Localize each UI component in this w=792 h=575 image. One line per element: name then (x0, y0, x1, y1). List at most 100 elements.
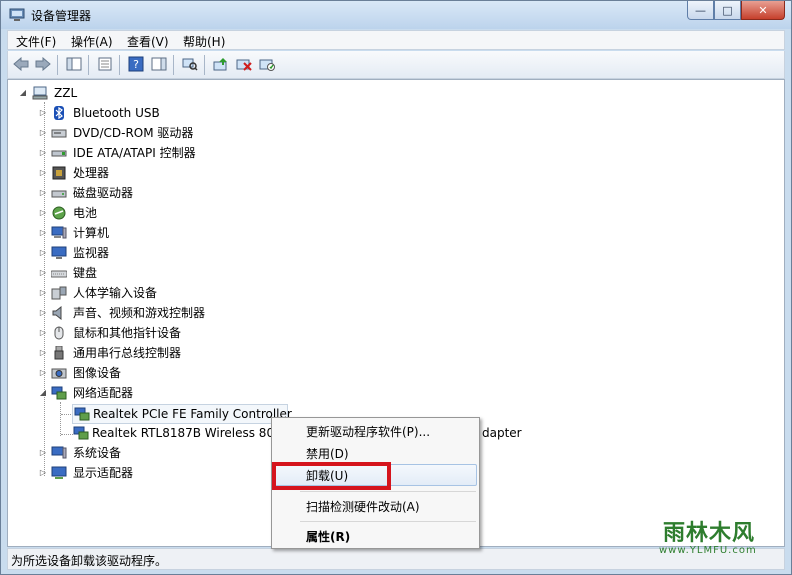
network-adapter-icon (74, 407, 90, 421)
hid-icon (51, 286, 67, 300)
tree-item-label: 磁盘驱动器 (73, 186, 134, 200)
device-manager-icon (9, 8, 25, 21)
highlight-annotation-box (272, 462, 391, 490)
tree-item-label: 显示适配器 (73, 466, 134, 480)
menu-separator (300, 521, 476, 522)
expand-arrow-icon[interactable]: ▷ (38, 184, 48, 202)
expand-arrow-icon[interactable]: ▷ (38, 364, 48, 382)
speaker-icon (52, 306, 62, 320)
usb-icon (54, 346, 64, 360)
expand-arrow-icon[interactable]: ▷ (38, 444, 48, 462)
collapse-arrow-icon[interactable]: ◢ (18, 84, 28, 102)
action-pane-icon[interactable] (150, 55, 168, 73)
dvd-drive-icon (51, 129, 67, 138)
menu-action[interactable]: 操作(A) (71, 33, 113, 50)
display-adapter-icon (51, 466, 67, 479)
tree-item-label: 通用串行总线控制器 (73, 346, 182, 360)
window-title: 设备管理器 (31, 9, 92, 23)
bluetooth-icon (54, 106, 64, 120)
forward-arrow-icon[interactable] (34, 55, 52, 73)
expand-arrow-icon[interactable]: ▷ (38, 304, 48, 322)
properties-sheet-icon[interactable] (96, 55, 114, 73)
ide-controller-icon (51, 150, 67, 157)
tree-item-label: 电池 (73, 206, 98, 220)
system-device-icon (51, 446, 67, 459)
computer-icon (51, 226, 67, 239)
tree-item-label: 人体学输入设备 (73, 286, 158, 300)
toolbar-separator (173, 55, 174, 75)
expand-arrow-icon[interactable]: ▷ (38, 284, 48, 302)
toolbar: ? (7, 51, 785, 79)
network-adapter-icon (51, 386, 67, 400)
close-button[interactable]: ✕ (741, 1, 785, 20)
menu-item-scan[interactable]: 扫描检测硬件改动(A) (306, 498, 420, 515)
disable-device-icon[interactable] (258, 55, 276, 73)
scan-hardware-icon[interactable] (181, 55, 199, 73)
expand-arrow-icon[interactable]: ▷ (38, 124, 48, 142)
disk-drive-icon (51, 190, 67, 198)
caption-buttons: — □ ✕ (687, 1, 785, 21)
menu-item-properties[interactable]: 属性(R) (306, 528, 350, 545)
maximize-button[interactable]: □ (714, 1, 741, 20)
tree-item-label: IDE ATA/ATAPI 控制器 (73, 146, 196, 160)
monitor-icon (51, 246, 67, 259)
tree-item-label: Bluetooth USB (73, 106, 160, 120)
expand-arrow-icon[interactable]: ▷ (38, 264, 48, 282)
watermark-logo: 雨林木风 www.YLMFU.com (655, 507, 785, 567)
help-icon[interactable]: ? (127, 55, 145, 73)
minimize-button[interactable]: — (687, 1, 714, 20)
tree-item-label: 处理器 (73, 166, 110, 180)
expand-arrow-icon[interactable]: ▷ (38, 224, 48, 242)
expand-arrow-icon[interactable]: ▷ (38, 324, 48, 342)
tree-item-label: 鼠标和其他指针设备 (73, 326, 182, 340)
tree-item-label: 图像设备 (73, 366, 122, 380)
tree-item-label: DVD/CD-ROM 驱动器 (73, 126, 194, 140)
toolbar-separator (119, 55, 120, 75)
toolbar-separator (88, 55, 89, 75)
menu-file[interactable]: 文件(F) (16, 33, 56, 50)
computer-icon (32, 86, 48, 100)
expand-arrow-icon[interactable]: ▷ (38, 144, 48, 162)
menu-separator (300, 491, 476, 492)
tree-line (61, 434, 73, 435)
expand-arrow-icon[interactable]: ▷ (38, 164, 48, 182)
expand-arrow-icon[interactable]: ▷ (38, 104, 48, 122)
title-bar[interactable]: 设备管理器 — □ ✕ (1, 1, 791, 29)
watermark-url: www.YLMFU.com (659, 545, 757, 556)
menu-item-disable[interactable]: 禁用(D) (306, 445, 349, 462)
expand-arrow-icon[interactable]: ▷ (38, 344, 48, 362)
uninstall-device-icon[interactable] (235, 55, 253, 73)
status-text: 为所选设备卸载该驱动程序。 (11, 554, 168, 568)
svg-text:?: ? (133, 58, 139, 71)
expand-arrow-icon[interactable]: ▷ (38, 244, 48, 262)
tree-item-label-tail: dapter (482, 426, 522, 440)
tree-root-label: ZZL (54, 86, 78, 100)
menu-help[interactable]: 帮助(H) (183, 33, 225, 50)
menu-item-update-driver[interactable]: 更新驱动程序软件(P)... (306, 423, 430, 440)
tree-item-label: 系统设备 (73, 446, 122, 460)
collapse-arrow-icon[interactable]: ◢ (38, 384, 48, 402)
menu-bar: 文件(F) 操作(A) 查看(V) 帮助(H) (7, 30, 785, 50)
network-adapter-icon (73, 426, 89, 440)
show-hide-console-tree-icon[interactable] (65, 55, 83, 73)
expand-arrow-icon[interactable]: ▷ (38, 464, 48, 482)
tree-item-label: Realtek RTL8187B Wireless 802 (92, 426, 282, 440)
battery-icon (52, 206, 66, 220)
mouse-icon (54, 326, 64, 340)
processor-icon (52, 166, 66, 180)
keyboard-icon (51, 270, 67, 278)
menu-view[interactable]: 查看(V) (127, 33, 169, 50)
tree-item-realtek-pcie[interactable]: Realtek PCIe FE Family Controller (72, 404, 292, 424)
tree-item-label: 键盘 (73, 266, 98, 280)
watermark-brand: 雨林木风 (663, 521, 756, 546)
update-driver-icon[interactable] (212, 55, 230, 73)
camera-icon (51, 368, 67, 379)
toolbar-separator (57, 55, 58, 75)
tree-item-label: 监视器 (73, 246, 110, 260)
expand-arrow-icon[interactable]: ▷ (38, 204, 48, 222)
tree-line (60, 402, 61, 436)
tree-item-label: Realtek PCIe FE Family Controller (93, 407, 292, 421)
back-arrow-icon[interactable] (12, 55, 30, 73)
toolbar-separator (204, 55, 205, 75)
tree-item-label: 声音、视频和游戏控制器 (73, 306, 206, 320)
